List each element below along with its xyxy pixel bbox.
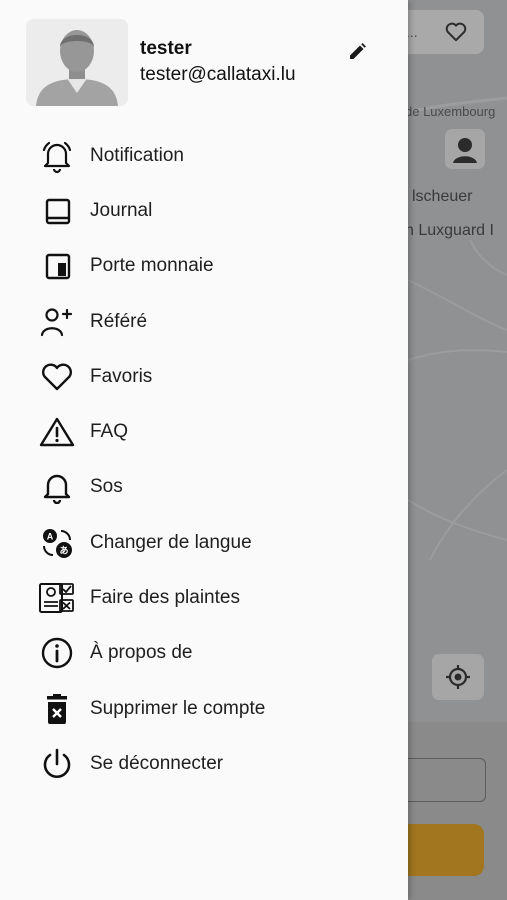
- menu-item-favorites[interactable]: Favoris: [0, 349, 408, 404]
- person-add-icon: [38, 303, 76, 341]
- menu-item-label: Porte monnaie: [90, 255, 214, 277]
- menu-item-notification[interactable]: Notification: [0, 128, 408, 183]
- book-icon: [38, 192, 76, 230]
- menu-item-label: Faire des plaintes: [90, 587, 240, 609]
- wallet-icon: [38, 247, 76, 285]
- svg-text:A: A: [47, 531, 54, 541]
- bell-icon: [38, 468, 76, 506]
- menu-item-faq[interactable]: FAQ: [0, 404, 408, 459]
- menu-item-complaints[interactable]: Faire des plaintes: [0, 570, 408, 625]
- profile-avatar[interactable]: [26, 19, 128, 106]
- menu-item-language[interactable]: Aあ Changer de langue: [0, 515, 408, 570]
- menu-item-delete-account[interactable]: Supprimer le compte: [0, 681, 408, 736]
- default-avatar-icon: [26, 19, 128, 106]
- drawer-menu: Notification Journal Porte monnaie Référ…: [0, 128, 408, 792]
- crosshair-icon: [446, 665, 470, 689]
- menu-item-label: FAQ: [90, 421, 129, 443]
- menu-item-label: Changer de langue: [90, 531, 252, 553]
- driver-avatar-button[interactable]: [445, 129, 485, 169]
- map-label: lscheuer: [412, 188, 473, 205]
- menu-item-label: Supprimer le compte: [90, 697, 266, 719]
- complaint-icon: [38, 579, 76, 617]
- info-icon: [38, 634, 76, 672]
- profile-email: tester@callataxi.lu: [140, 64, 296, 85]
- menu-item-label: À propos de: [90, 642, 193, 664]
- menu-item-label: Favoris: [90, 365, 153, 387]
- menu-item-label: Notification: [90, 144, 184, 166]
- profile-name: tester: [140, 38, 192, 59]
- edit-profile-button[interactable]: [345, 40, 369, 64]
- menu-item-wallet[interactable]: Porte monnaie: [0, 239, 408, 294]
- menu-item-label: Journal: [90, 199, 153, 221]
- pencil-icon: [350, 43, 366, 59]
- menu-item-about[interactable]: À propos de: [0, 626, 408, 681]
- favorite-heart-icon[interactable]: [445, 22, 467, 47]
- heart-icon: [38, 358, 76, 396]
- menu-item-journal[interactable]: Journal: [0, 183, 408, 238]
- svg-text:あ: あ: [59, 545, 68, 555]
- locate-me-button[interactable]: [432, 654, 484, 700]
- map-label: de Luxembourg: [405, 104, 496, 119]
- translate-icon: Aあ: [38, 524, 76, 562]
- person-icon: [453, 138, 477, 163]
- bell-ringing-icon: [38, 137, 76, 175]
- menu-item-label: Sos: [90, 476, 123, 498]
- navigation-drawer: tester tester@callataxi.lu Notification …: [0, 0, 408, 900]
- menu-item-label: Se déconnecter: [90, 752, 224, 774]
- menu-item-referral[interactable]: Référé: [0, 294, 408, 349]
- power-icon: [38, 745, 76, 783]
- map-label: n Luxguard I: [405, 222, 494, 239]
- warning-icon: [38, 413, 76, 451]
- menu-item-sos[interactable]: Sos: [0, 460, 408, 515]
- menu-item-label: Référé: [90, 310, 148, 332]
- delete-icon: [38, 690, 76, 728]
- menu-item-logout[interactable]: Se déconnecter: [0, 736, 408, 791]
